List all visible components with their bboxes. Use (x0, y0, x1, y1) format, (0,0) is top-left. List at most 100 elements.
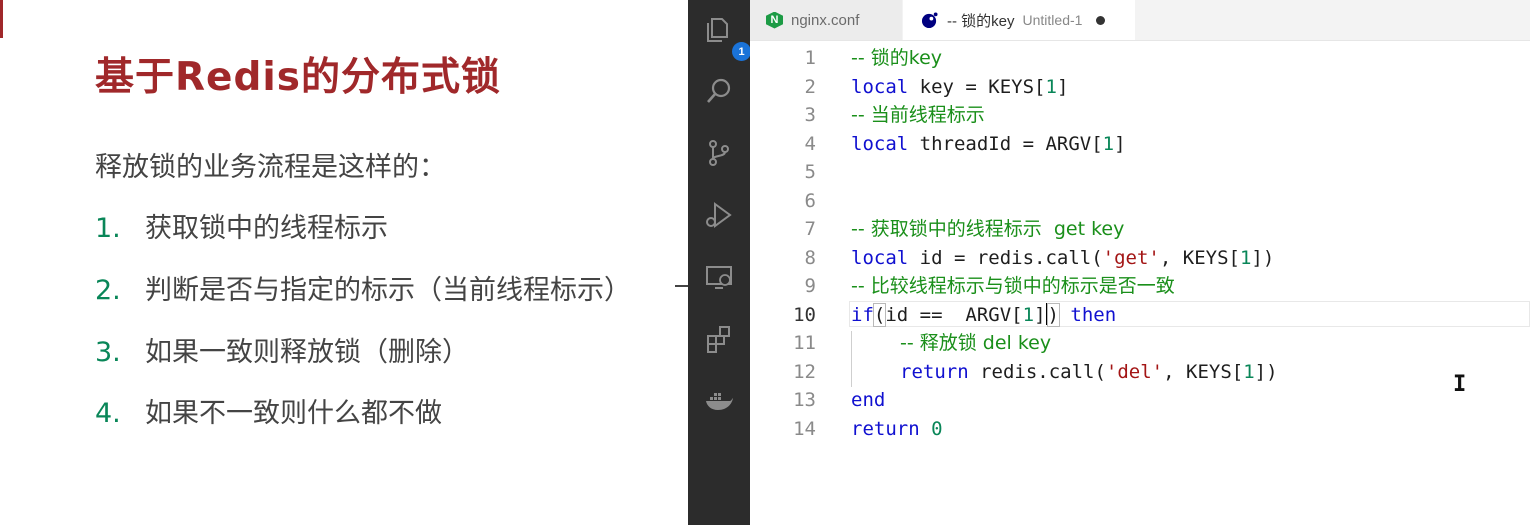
code-token: id = redis.call( (908, 247, 1103, 269)
connector-line (675, 285, 688, 287)
number-token: 1 (1045, 76, 1057, 98)
number-token: 1 (1102, 133, 1115, 155)
step-item: 1. 获取锁中的线程标示 (95, 206, 388, 245)
number-token: 1 (1243, 361, 1255, 383)
docker-icon (706, 393, 733, 410)
code-line[interactable]: 12 return redis.call('del', KEYS[1]) (750, 358, 1530, 386)
line-number: 6 (804, 190, 816, 212)
line-number: 8 (804, 247, 816, 269)
matched-bracket: ( (872, 303, 887, 327)
line-number: 11 (793, 332, 816, 354)
slide-panel: 基于Redis的分布式锁 释放锁的业务流程是这样的： 1. 获取锁中的线程标示 2… (0, 0, 688, 525)
editor-area: N nginx.conf -- 锁的key Untitled-1 1 -- 锁的k… (750, 0, 1530, 525)
slide-accent-bar (0, 0, 3, 38)
step-number: 2. (95, 275, 121, 306)
lua-icon (921, 11, 938, 28)
code-line[interactable]: 7 -- 获取锁中的线程标示 get key (750, 215, 1530, 243)
docker-button[interactable] (700, 382, 738, 420)
number-token: 1 (1022, 304, 1035, 326)
code-line[interactable]: 9 -- 比较线程标示与锁中的标示是否一致 (750, 272, 1530, 300)
files-icon (707, 18, 728, 42)
line-number: 10 (793, 304, 816, 326)
explorer-button[interactable]: 1 (700, 10, 751, 61)
search-icon (707, 78, 731, 103)
tab-untitled-1[interactable]: -- 锁的key Untitled-1 (903, 0, 1135, 40)
tab-label: nginx.conf (791, 11, 860, 29)
matched-bracket: ) (1046, 303, 1061, 327)
line-number: 5 (804, 161, 816, 183)
tab-label: -- 锁的key (947, 12, 1015, 30)
tab-bar: N nginx.conf -- 锁的key Untitled-1 (750, 0, 1530, 41)
keyword-token: end (851, 389, 886, 411)
source-control-button[interactable] (700, 134, 738, 172)
number-token: 1 (1239, 247, 1252, 269)
code-token: redis.call( (968, 361, 1106, 383)
search-button[interactable] (700, 72, 738, 110)
remote-explorer-button[interactable] (700, 258, 738, 296)
run-debug-button[interactable] (700, 196, 738, 234)
step-text: 获取锁中的线程标示 (145, 213, 388, 244)
code-line[interactable]: 14 return 0 (750, 415, 1530, 443)
step-number: 1. (95, 213, 121, 244)
keyword-token: return (851, 418, 920, 440)
line-number: 13 (793, 389, 816, 411)
code-line[interactable]: 8 local id = redis.call('get', KEYS[1]) (750, 244, 1530, 272)
line-number: 7 (804, 218, 816, 240)
code-line[interactable]: 6 (750, 187, 1530, 215)
string-token: 'del' (1105, 361, 1164, 383)
code-token: , KEYS[ (1163, 361, 1244, 383)
slide-intro: 释放锁的业务流程是这样的： (95, 152, 446, 183)
run-debug-icon (706, 202, 732, 228)
keyword-token: local (851, 133, 909, 155)
keyword-token: local (851, 76, 909, 98)
step-item: 4. 如果不一致则什么都不做 (95, 391, 442, 430)
comment-token: -- 获取锁中的线程标示 get key (851, 218, 1125, 240)
keyword-token: local (851, 247, 909, 269)
step-text: 如果不一致则什么都不做 (145, 398, 442, 429)
code-line[interactable]: 1 -- 锁的key (750, 44, 1530, 72)
line-number: 12 (793, 361, 816, 383)
comment-token: -- 当前线程标示 (851, 104, 985, 126)
line-number: 3 (804, 104, 816, 126)
step-text: 判断是否与指定的标示（当前线程标示） (145, 275, 631, 306)
explorer-badge: 1 (732, 42, 751, 61)
extensions-button[interactable] (700, 320, 738, 358)
code-line[interactable]: 3 -- 当前线程标示 (750, 101, 1530, 129)
code-token: , KEYS[ (1159, 247, 1240, 269)
ibeam-cursor-icon: I (1453, 372, 1467, 397)
code-line[interactable]: 11 -- 释放锁 del key (750, 329, 1530, 357)
unsaved-dot-icon[interactable] (1096, 15, 1106, 25)
line-number: 9 (804, 275, 816, 297)
keyword-token: return (900, 361, 969, 383)
code-line[interactable]: 13 end (750, 386, 1530, 414)
source-control-icon (709, 140, 729, 166)
code-line[interactable]: 5 (750, 158, 1530, 186)
code-token: threadId = ARGV[ (908, 133, 1103, 155)
code-line-active[interactable]: 10 if(id == ARGV[1]) then (750, 301, 1530, 329)
code-token: id == ARGV[ (885, 304, 1023, 326)
tab-nginx-conf[interactable]: N nginx.conf (750, 0, 902, 40)
comment-token: -- 释放锁 del key (900, 332, 1052, 354)
keyword-token: if (851, 304, 874, 326)
string-token: 'get' (1102, 247, 1160, 269)
step-item: 2. 判断是否与指定的标示（当前线程标示） (95, 268, 631, 307)
line-number: 14 (793, 418, 816, 440)
line-number: 1 (804, 47, 816, 69)
keyword-token: then (1058, 304, 1117, 326)
remote-explorer-icon (706, 266, 732, 289)
nginx-icon: N (766, 11, 783, 29)
code-token: ] (1114, 133, 1126, 155)
step-item: 3. 如果一致则释放锁（删除） (95, 330, 469, 369)
tab-description: Untitled-1 (1022, 12, 1083, 28)
code-token: ]) (1254, 361, 1278, 383)
code-line[interactable]: 2 local key = KEYS[1] (750, 73, 1530, 101)
comment-token: -- 比较线程标示与锁中的标示是否一致 (851, 275, 1175, 297)
step-number: 3. (95, 337, 121, 368)
extensions-icon (707, 326, 730, 353)
code-token: key = KEYS[ (908, 76, 1046, 98)
code-line[interactable]: 4 local threadId = ARGV[1] (750, 130, 1530, 158)
step-text: 如果一致则释放锁（删除） (145, 337, 469, 368)
slide-title: 基于Redis的分布式锁 (95, 55, 501, 100)
indent-guide (851, 331, 852, 387)
number-token: 0 (931, 418, 943, 440)
